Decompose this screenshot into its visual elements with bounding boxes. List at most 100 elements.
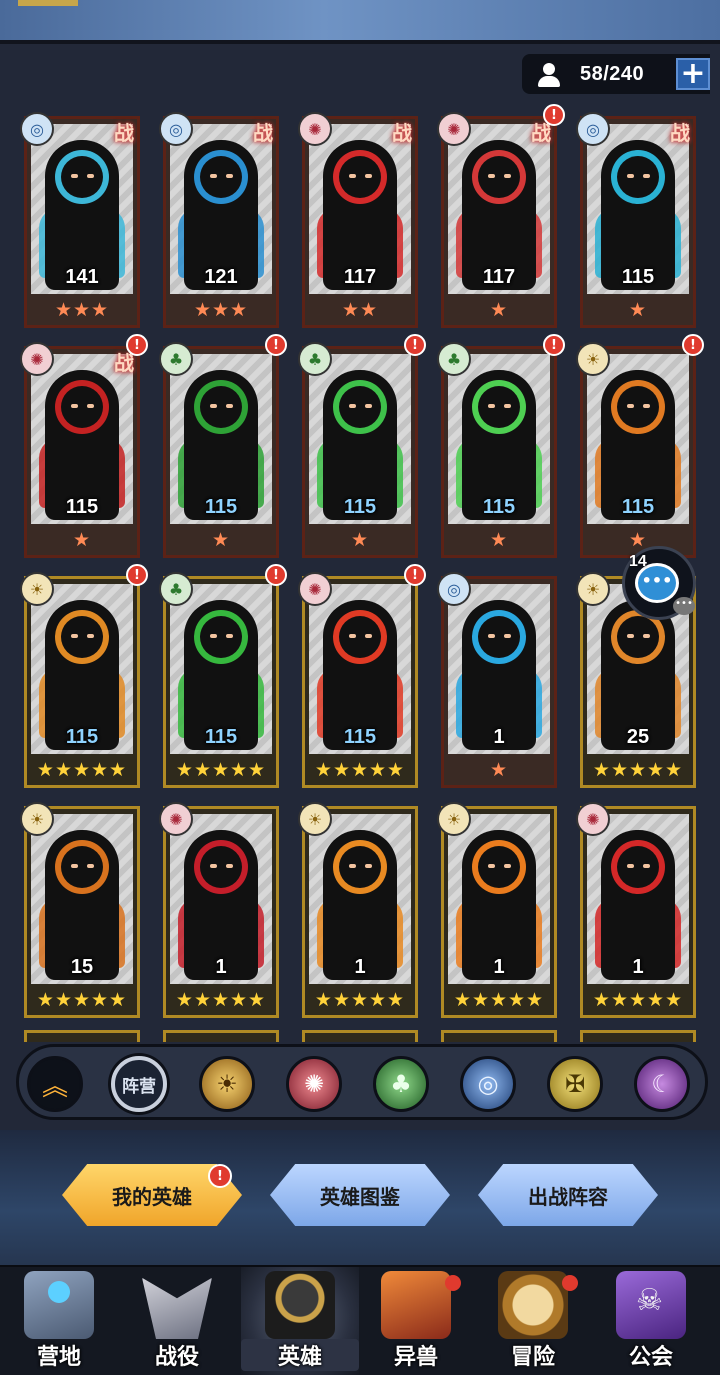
star-rating: ★ xyxy=(489,529,509,551)
nav-beasts[interactable]: 异兽 xyxy=(357,1267,475,1375)
hero-level: 117 xyxy=(343,266,377,288)
compass-icon xyxy=(498,1271,568,1339)
hero-card[interactable]: 115 ★ ♣! xyxy=(159,334,287,558)
hero-level: 115 xyxy=(204,496,238,518)
hero-level: 115 xyxy=(343,496,377,518)
star-rating: ★ xyxy=(72,529,92,551)
camp-icon xyxy=(24,1271,94,1339)
star-rating: ★★★★★ xyxy=(36,759,128,781)
hero-card[interactable]: 1 ★★★★★ ☀ xyxy=(298,802,418,1018)
hero-card[interactable]: 1 ★ ◎ xyxy=(437,572,557,788)
hero-helmet-icon xyxy=(265,1271,335,1339)
upgrade-alert-badge: ! xyxy=(543,104,565,126)
star-rating: ★★★★★ xyxy=(36,989,128,1011)
hero-level: 1 xyxy=(493,726,505,748)
hero-card[interactable]: 115 ★★★★★ ✺! xyxy=(298,564,426,788)
fire-icon: ✺ xyxy=(298,112,332,146)
hero-level: 1 xyxy=(215,956,227,978)
hero-level: 25 xyxy=(626,726,650,748)
hero-card[interactable]: 15 ★★★★★ ☀ xyxy=(20,802,140,1018)
hero-card[interactable]: 117 ★ ✺ 战! xyxy=(437,104,565,328)
hero-card[interactable]: 1 ★★★★★ ✺ xyxy=(576,802,696,1018)
hero-card[interactable]: 1 ★★★★★ ☀ xyxy=(437,802,557,1018)
hero-card[interactable]: 121 ★★★ ◎ 战 xyxy=(159,112,279,328)
hero-level: 15 xyxy=(70,956,94,978)
star-rating: ★ xyxy=(628,529,648,551)
hero-card[interactable]: 115 ★★★★★ ☀! xyxy=(20,564,148,788)
upgrade-alert-badge: ! xyxy=(126,564,148,586)
tab-battle-lineup[interactable]: 出战阵容 xyxy=(478,1164,658,1226)
fire-faction-icon[interactable]: ✺ xyxy=(286,1056,342,1112)
fire-icon: ✺ xyxy=(20,342,54,376)
water-icon: ◎ xyxy=(437,572,471,606)
light-icon: ☀ xyxy=(20,802,54,836)
hero-count: 58/240 xyxy=(580,62,645,85)
holy-faction-icon[interactable]: ✠ xyxy=(547,1056,603,1112)
collapse-icon[interactable]: ︽ xyxy=(27,1056,83,1112)
hero-card[interactable]: 115 ★★★★★ ♣! xyxy=(159,564,287,788)
hero-card[interactable]: 115 ★ ◎ 战 xyxy=(576,112,696,328)
upgrade-alert-badge: ! xyxy=(265,334,287,356)
tab-hero-codex[interactable]: 英雄图鉴 xyxy=(270,1164,450,1226)
my-heroes-alert-badge: ! xyxy=(208,1164,232,1188)
faction-all-button[interactable]: 阵营 xyxy=(111,1056,167,1112)
fire-icon: ✺ xyxy=(576,802,610,836)
star-rating: ★ xyxy=(489,299,509,321)
upgrade-alert-badge: ! xyxy=(404,564,426,586)
hero-level: 115 xyxy=(65,726,99,748)
hero-card[interactable]: 115 ★ ☀! xyxy=(576,334,704,558)
hero-card[interactable]: 115 ★ ♣! xyxy=(298,334,426,558)
forest-icon: ♣ xyxy=(159,342,193,376)
hero-level: 115 xyxy=(482,496,516,518)
water-icon: ◎ xyxy=(159,112,193,146)
chat-button[interactable]: ••• 14 ••• xyxy=(622,546,696,620)
water-faction-icon[interactable]: ◎ xyxy=(460,1056,516,1112)
star-rating: ★★★★★ xyxy=(175,989,267,1011)
hero-card[interactable]: 1 ★★★★★ ✺ xyxy=(159,802,279,1018)
guild-banner-icon xyxy=(616,1271,686,1339)
next-row-card[interactable] xyxy=(24,1030,140,1042)
hero-level: 121 xyxy=(204,266,238,288)
light-icon: ☀ xyxy=(437,802,471,836)
upgrade-alert-badge: ! xyxy=(265,564,287,586)
next-row-card[interactable] xyxy=(302,1030,418,1042)
nav-campaign[interactable]: 战役 xyxy=(118,1267,236,1375)
star-rating: ★★★★★ xyxy=(592,759,684,781)
in-battle-badge: 战 xyxy=(670,121,690,145)
nav-label: 营地 xyxy=(36,1345,81,1370)
star-rating: ★★★★★ xyxy=(314,759,406,781)
star-rating: ★★★ xyxy=(193,299,249,321)
star-rating: ★ xyxy=(628,299,648,321)
nav-guild[interactable]: 公会 xyxy=(592,1267,710,1375)
expand-capacity-button[interactable]: + xyxy=(676,58,710,90)
light-faction-icon[interactable]: ☀ xyxy=(199,1056,255,1112)
next-row-card[interactable] xyxy=(163,1030,279,1042)
hero-card[interactable]: 117 ★★ ✺ 战 xyxy=(298,112,418,328)
nav-heroes[interactable]: 英雄 xyxy=(241,1267,359,1375)
hero-card[interactable]: 115 ★ ✺ 战! xyxy=(20,334,148,558)
light-icon: ☀ xyxy=(20,572,54,606)
star-rating: ★ xyxy=(489,759,509,781)
upgrade-alert-badge: ! xyxy=(682,334,704,356)
shadow-faction-icon[interactable]: ☾ xyxy=(634,1056,690,1112)
bottom-navigation: 营地 战役 英雄 异兽 冒险 公会 xyxy=(0,1265,720,1375)
next-row-card[interactable] xyxy=(441,1030,557,1042)
beast-icon xyxy=(381,1271,451,1339)
nav-camp[interactable]: 营地 xyxy=(0,1267,118,1375)
water-icon: ◎ xyxy=(20,112,54,146)
hero-card[interactable]: 115 ★ ♣! xyxy=(437,334,565,558)
nav-adventure[interactable]: 冒险 xyxy=(474,1267,592,1375)
forest-icon: ♣ xyxy=(159,572,193,606)
forest-icon: ♣ xyxy=(298,342,332,376)
star-rating: ★★★ xyxy=(54,299,110,321)
fire-icon: ✺ xyxy=(298,572,332,606)
person-icon xyxy=(536,59,566,89)
in-battle-badge: 战 xyxy=(253,121,273,145)
forest-faction-icon[interactable]: ♣ xyxy=(373,1056,429,1112)
in-battle-badge: 战 xyxy=(392,121,412,145)
chat-more-icon: ••• xyxy=(673,597,695,615)
hero-card[interactable]: 141 ★★★ ◎ 战 xyxy=(20,112,140,328)
hero-level: 1 xyxy=(493,956,505,978)
chat-unread-count: 14 xyxy=(629,553,647,570)
next-row-card[interactable] xyxy=(580,1030,696,1042)
